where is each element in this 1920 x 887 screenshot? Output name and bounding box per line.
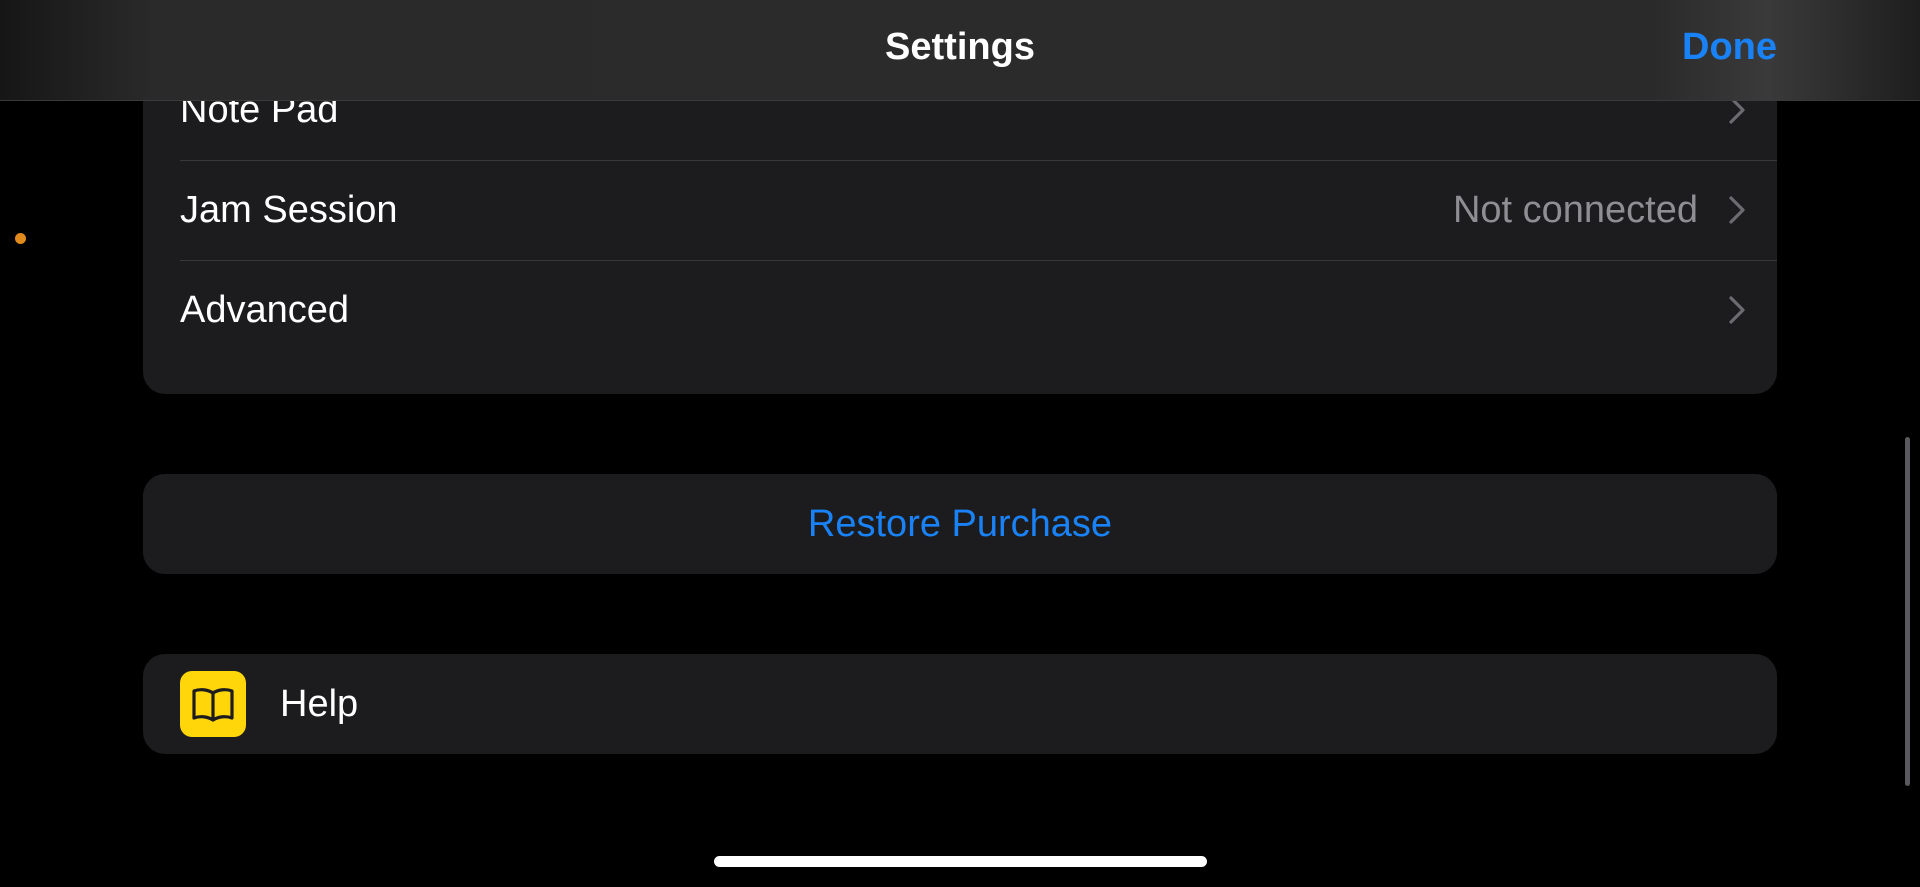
jam-session-status: Not connected <box>1452 188 1698 231</box>
book-icon <box>180 671 246 737</box>
row-advanced[interactable]: Advanced <box>143 260 1777 360</box>
restore-purchase-button[interactable]: Restore Purchase <box>143 474 1777 574</box>
settings-screen: Note Pad Jam Session Not connected Advan… <box>0 0 1920 887</box>
chevron-right-icon <box>1729 196 1745 224</box>
navigation-bar: Settings Done <box>0 0 1920 101</box>
restore-purchase-group: Restore Purchase <box>143 474 1777 574</box>
chevron-right-icon <box>1729 296 1745 324</box>
row-jam-session[interactable]: Jam Session Not connected <box>143 160 1777 260</box>
scrollbar[interactable] <box>1905 437 1910 786</box>
settings-group: Note Pad Jam Session Not connected Advan… <box>143 60 1777 394</box>
page-title: Settings <box>885 26 1035 68</box>
status-indicator-dot <box>15 233 26 244</box>
row-label: Advanced <box>180 288 350 331</box>
help-row[interactable]: Help <box>143 654 1777 754</box>
help-label: Help <box>280 683 359 725</box>
row-label: Jam Session <box>180 188 398 231</box>
home-indicator[interactable] <box>714 856 1207 867</box>
done-button[interactable]: Done <box>1682 26 1777 69</box>
